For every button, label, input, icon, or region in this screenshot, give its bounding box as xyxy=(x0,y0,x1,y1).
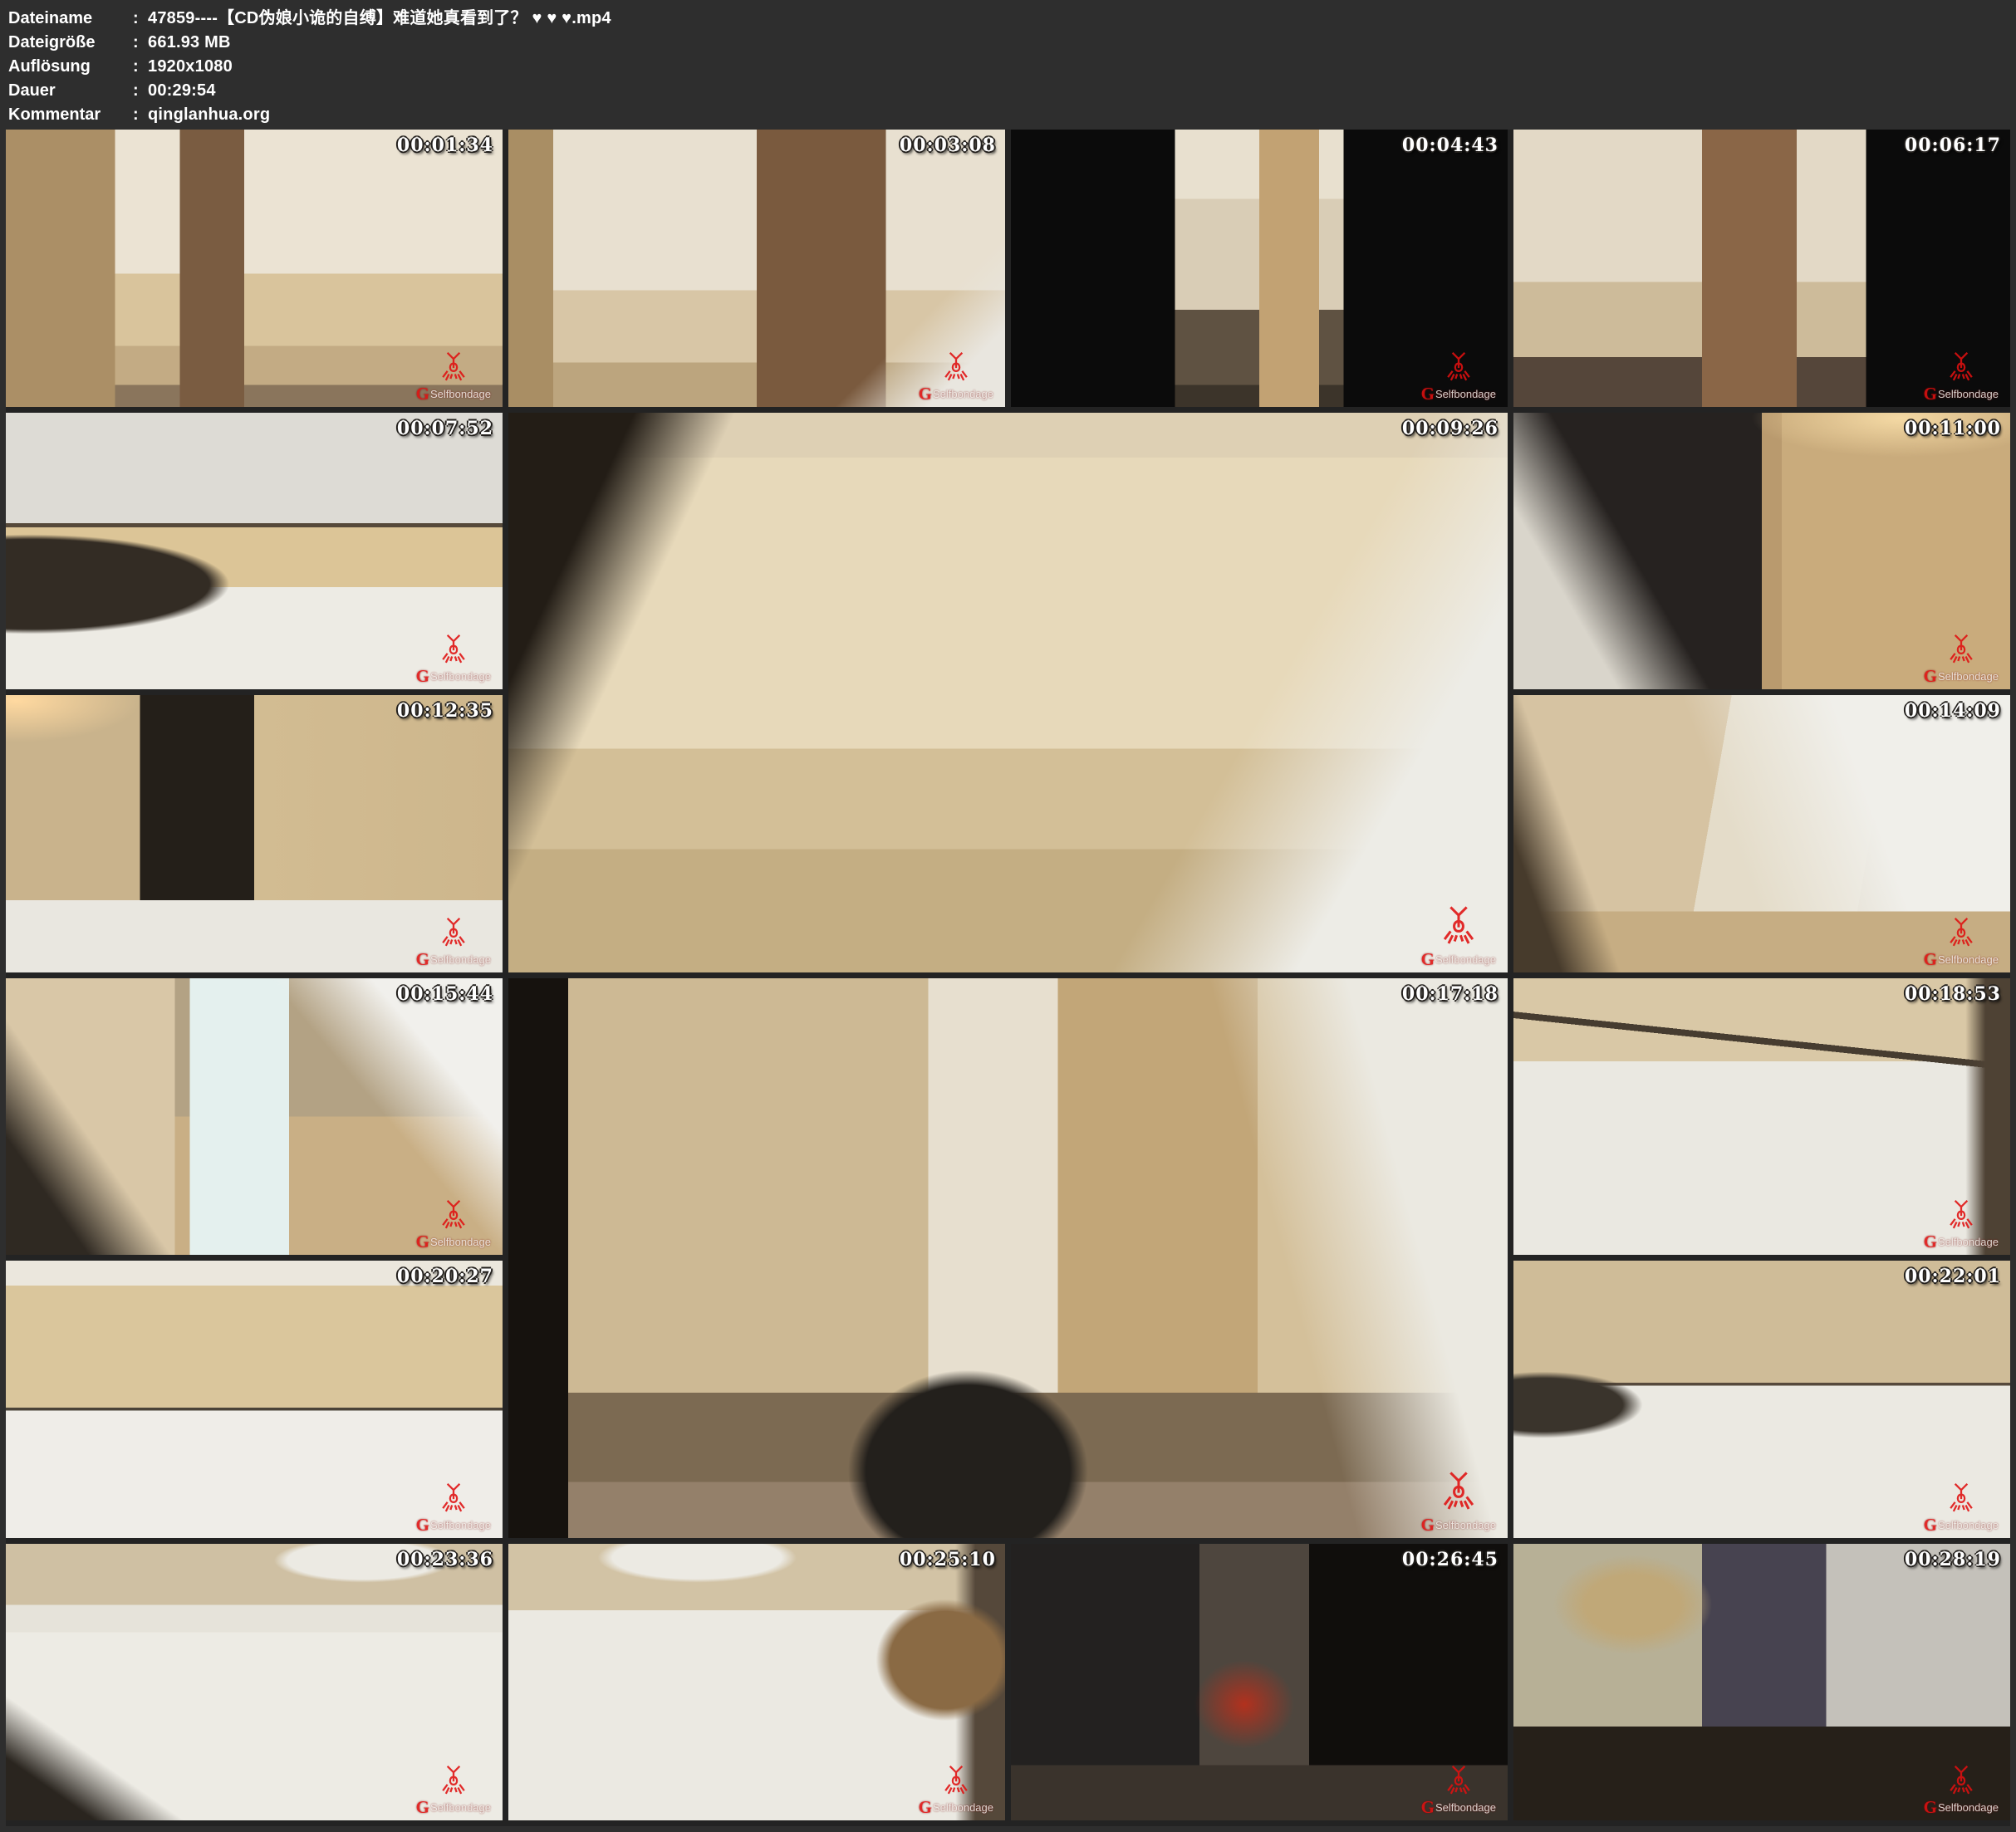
video-thumbnail-17[interactable]: 00:26:45 GSelfbondage xyxy=(1011,1544,1508,1821)
knot-logo-icon xyxy=(1437,1471,1480,1519)
knot-logo-icon xyxy=(1945,351,1978,388)
timestamp-overlay: 00:04:43 xyxy=(1402,135,1499,156)
meta-row-filename: Dateiname:47859----【CD伪娘小诡的自缚】难道她真看到了？ ♥… xyxy=(8,7,2016,31)
timestamp-overlay: 00:17:18 xyxy=(1402,983,1499,1005)
timestamp-overlay: 00:14:09 xyxy=(1905,700,2001,722)
timestamp-overlay: 00:09:26 xyxy=(1402,418,1499,439)
video-thumbnail-10[interactable]: 00:15:44 GSelfbondage xyxy=(6,978,503,1256)
timestamp-overlay: 00:11:00 xyxy=(1905,418,2001,439)
knot-logo-icon xyxy=(437,1199,470,1236)
knot-logo-icon xyxy=(1945,634,1978,670)
knot-logo-icon xyxy=(437,917,470,953)
knot-logo-icon xyxy=(437,1482,470,1519)
timestamp-overlay: 00:15:44 xyxy=(397,983,493,1005)
video-thumbnail-8[interactable]: 00:12:35 GSelfbondage xyxy=(6,695,503,972)
selfbondage-watermark: GSelfbondage xyxy=(1924,1199,1999,1248)
selfbondage-watermark: GSelfbondage xyxy=(919,1765,993,1814)
selfbondage-watermark: GSelfbondage xyxy=(1421,1471,1496,1531)
video-thumbnail-14[interactable]: 00:22:01 GSelfbondage xyxy=(1513,1261,2010,1538)
meta-label: Dateiname xyxy=(8,7,133,31)
timestamp-overlay: 00:23:36 xyxy=(397,1549,493,1570)
knot-logo-icon xyxy=(939,351,973,388)
selfbondage-watermark: GSelfbondage xyxy=(416,917,491,966)
timestamp-overlay: 00:03:08 xyxy=(900,135,996,156)
video-thumbnail-9[interactable]: 00:14:09 GSelfbondage xyxy=(1513,695,2010,972)
meta-label: Kommentar xyxy=(8,103,133,127)
knot-logo-icon xyxy=(1437,905,1480,953)
video-thumbnail-6-large[interactable]: 00:09:26 GSelfbondage xyxy=(508,413,1508,972)
timestamp-overlay: 00:20:27 xyxy=(397,1266,493,1287)
knot-logo-icon xyxy=(1945,1765,1978,1801)
video-thumbnail-13[interactable]: 00:20:27 GSelfbondage xyxy=(6,1261,503,1538)
selfbondage-watermark: GSelfbondage xyxy=(416,1199,491,1248)
knot-logo-icon xyxy=(437,634,470,670)
meta-row-duration: Dauer:00:29:54 xyxy=(8,79,2016,103)
selfbondage-watermark: GSelfbondage xyxy=(1421,351,1496,400)
meta-label: Auflösung xyxy=(8,55,133,79)
resolution-value: 1920x1080 xyxy=(148,55,233,79)
video-thumbnail-1[interactable]: 00:01:34 GSelfbondage xyxy=(6,130,503,407)
knot-logo-icon xyxy=(1945,1482,1978,1519)
file-metadata-header: Dateiname:47859----【CD伪娘小诡的自缚】难道她真看到了？ ♥… xyxy=(0,0,2016,130)
knot-logo-icon xyxy=(1442,1765,1475,1801)
selfbondage-watermark: GSelfbondage xyxy=(416,351,491,400)
meta-label: Dauer xyxy=(8,79,133,103)
video-thumbnail-3[interactable]: 00:04:43 GSelfbondage xyxy=(1011,130,1508,407)
meta-row-filesize: Dateigröße:661.93 MB xyxy=(8,31,2016,55)
meta-row-resolution: Auflösung:1920x1080 xyxy=(8,55,2016,79)
timestamp-overlay: 00:25:10 xyxy=(900,1549,996,1570)
comment-value: qinglanhua.org xyxy=(148,103,270,127)
selfbondage-watermark: GSelfbondage xyxy=(919,351,993,400)
timestamp-overlay: 00:01:34 xyxy=(397,135,493,156)
selfbondage-watermark: GSelfbondage xyxy=(1924,351,1999,400)
meta-row-comment: Kommentar:qinglanhua.org xyxy=(8,103,2016,127)
video-thumbnail-4[interactable]: 00:06:17 GSelfbondage xyxy=(1513,130,2010,407)
selfbondage-watermark: GSelfbondage xyxy=(416,634,491,683)
selfbondage-watermark: GSelfbondage xyxy=(1924,634,1999,683)
duration-value: 00:29:54 xyxy=(148,79,216,103)
video-thumbnail-18[interactable]: 00:28:19 GSelfbondage xyxy=(1513,1544,2010,1821)
knot-logo-icon xyxy=(1945,917,1978,953)
timestamp-overlay: 00:26:45 xyxy=(1402,1549,1499,1570)
timestamp-overlay: 00:22:01 xyxy=(1905,1266,2001,1287)
video-thumbnail-12[interactable]: 00:18:53 GSelfbondage xyxy=(1513,978,2010,1256)
video-thumbnail-2[interactable]: 00:03:08 GSelfbondage xyxy=(508,130,1005,407)
knot-logo-icon xyxy=(437,1765,470,1801)
video-thumbnail-7[interactable]: 00:11:00 GSelfbondage xyxy=(1513,413,2010,690)
video-thumbnail-11-large[interactable]: 00:17:18 GSelfbondage xyxy=(508,978,1508,1538)
video-thumbnail-5[interactable]: 00:07:52 GSelfbondage xyxy=(6,413,503,690)
video-thumbnail-16[interactable]: 00:25:10 GSelfbondage xyxy=(508,1544,1005,1821)
knot-logo-icon xyxy=(1442,351,1475,388)
selfbondage-watermark: GSelfbondage xyxy=(1421,905,1496,966)
video-thumbnail-15[interactable]: 00:23:36 GSelfbondage xyxy=(6,1544,503,1821)
selfbondage-watermark: GSelfbondage xyxy=(416,1482,491,1531)
timestamp-overlay: 00:12:35 xyxy=(397,700,493,722)
timestamp-overlay: 00:06:17 xyxy=(1905,135,2001,156)
selfbondage-watermark: GSelfbondage xyxy=(1924,917,1999,966)
knot-logo-icon xyxy=(939,1765,973,1801)
selfbondage-watermark: GSelfbondage xyxy=(1924,1765,1999,1814)
meta-label: Dateigröße xyxy=(8,31,133,55)
timestamp-overlay: 00:28:19 xyxy=(1905,1549,2001,1570)
knot-logo-icon xyxy=(437,351,470,388)
timestamp-overlay: 00:18:53 xyxy=(1905,983,2001,1005)
timestamp-overlay: 00:07:52 xyxy=(397,418,493,439)
selfbondage-watermark: GSelfbondage xyxy=(416,1765,491,1814)
knot-logo-icon xyxy=(1945,1199,1978,1236)
selfbondage-watermark: GSelfbondage xyxy=(1421,1765,1496,1814)
selfbondage-watermark: GSelfbondage xyxy=(1924,1482,1999,1531)
thumbnail-grid: 00:01:34 GSelfbondage 00:03:08 GSelfbond… xyxy=(6,130,2010,1826)
filename-value: 47859----【CD伪娘小诡的自缚】难道她真看到了？ ♥ ♥ ♥.mp4 xyxy=(148,7,611,31)
filesize-value: 661.93 MB xyxy=(148,31,231,55)
